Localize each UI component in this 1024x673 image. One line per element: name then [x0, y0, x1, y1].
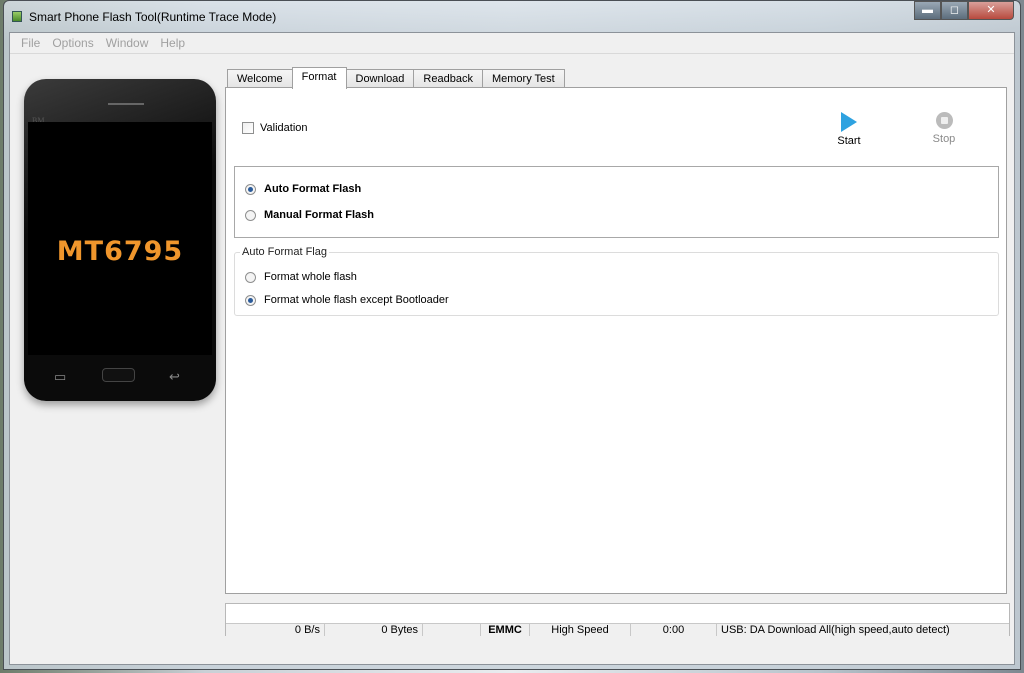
client-area: File Options Window Help BM MT6795 ▭ ↩ W…: [9, 32, 1015, 665]
menu-options[interactable]: Options: [46, 33, 99, 53]
close-button[interactable]: ✕: [968, 1, 1014, 20]
manual-format-label: Manual Format Flash: [264, 209, 375, 221]
back-key-icon: ↩: [169, 369, 180, 384]
radio-selected[interactable]: [245, 183, 256, 195]
auto-format-label: Auto Format Flash: [264, 183, 362, 195]
status-bytes: 0 Bytes: [325, 624, 423, 636]
maximize-button[interactable]: ◻: [941, 1, 968, 20]
phone-image: BM MT6795 ▭ ↩: [24, 79, 216, 401]
window-title: Smart Phone Flash Tool(Runtime Trace Mod…: [29, 10, 277, 24]
status-storage: EMMC: [481, 624, 530, 636]
menu-file[interactable]: File: [15, 33, 46, 53]
tab-welcome[interactable]: Welcome: [227, 69, 293, 89]
minimize-button[interactable]: ▬: [914, 1, 941, 20]
format-except-bootloader-label: Format whole flash except Bootloader: [264, 294, 449, 306]
status-speed: 0 B/s: [226, 624, 325, 636]
checkbox-box[interactable]: [242, 122, 254, 134]
stop-icon: [935, 112, 953, 129]
group-label: Auto Format Flag: [240, 246, 329, 258]
app-icon: [12, 11, 22, 22]
title-bar: Smart Phone Flash Tool(Runtime Trace Mod…: [4, 1, 1020, 31]
auto-format-radio[interactable]: Auto Format Flash: [245, 183, 361, 195]
chip-model: MT6795: [56, 236, 184, 267]
format-whole-flash-label: Format whole flash: [264, 271, 357, 283]
format-panel: Validation Start Stop Auto Format Flash …: [225, 87, 1007, 594]
menu-bar: File Options Window Help: [10, 33, 1014, 54]
stop-label: Stop: [932, 133, 956, 145]
menu-key-icon: ▭: [54, 369, 67, 384]
status-bar: 0 B/s 0 Bytes EMMC High Speed 0:00 USB: …: [225, 603, 1010, 636]
tab-readback[interactable]: Readback: [413, 69, 483, 89]
menu-help[interactable]: Help: [154, 33, 191, 53]
app-window: Smart Phone Flash Tool(Runtime Trace Mod…: [3, 0, 1021, 670]
radio-unselected[interactable]: [245, 209, 256, 221]
status-blank: [423, 624, 481, 636]
start-button[interactable]: Start: [832, 110, 866, 147]
speaker: [108, 103, 144, 105]
format-mode-box: Auto Format Flash Manual Format Flash: [234, 166, 999, 238]
status-usb-speed: High Speed: [530, 624, 631, 636]
status-time: 0:00: [631, 624, 717, 636]
auto-format-flag-group: Format whole flash Format whole flash ex…: [234, 252, 999, 316]
validation-label: Validation: [260, 122, 308, 134]
format-whole-flash-radio[interactable]: Format whole flash: [245, 271, 357, 283]
validation-checkbox[interactable]: Validation: [242, 122, 308, 134]
tab-format[interactable]: Format: [291, 67, 347, 89]
menu-window[interactable]: Window: [100, 33, 155, 53]
start-label: Start: [837, 135, 861, 147]
tab-bar: Welcome Format Download Readback Memory …: [227, 67, 565, 89]
manual-format-radio[interactable]: Manual Format Flash: [245, 209, 374, 221]
phone-screen: MT6795: [28, 122, 212, 355]
radio-unselected[interactable]: [245, 271, 256, 283]
home-key-icon: [102, 368, 135, 382]
play-icon: [841, 112, 857, 132]
stop-button[interactable]: Stop: [926, 110, 962, 145]
radio-selected[interactable]: [245, 294, 256, 306]
tab-download[interactable]: Download: [345, 69, 415, 89]
format-except-bootloader-radio[interactable]: Format whole flash except Bootloader: [245, 294, 449, 306]
status-mode: USB: DA Download All(high speed,auto det…: [721, 624, 950, 636]
tab-memory-test[interactable]: Memory Test: [481, 69, 565, 89]
